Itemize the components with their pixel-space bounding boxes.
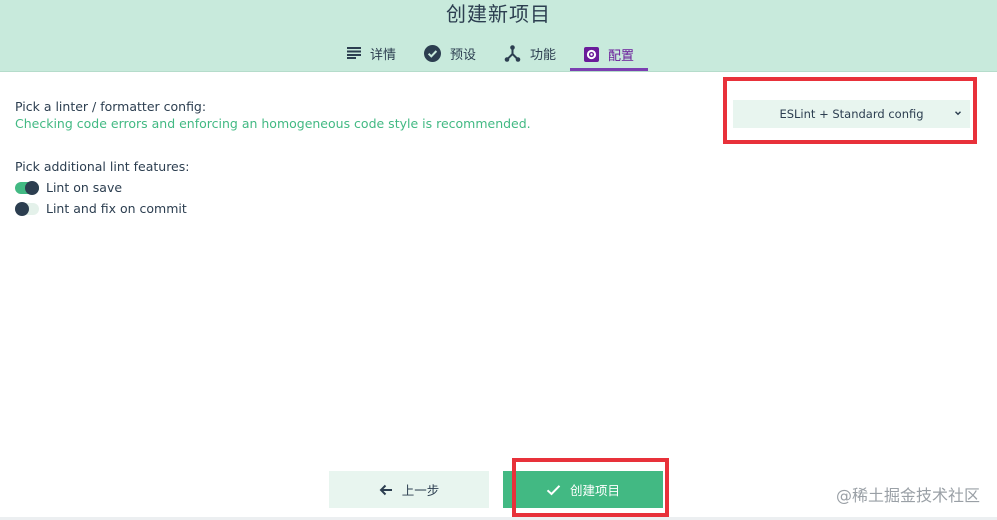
tab-features[interactable]: 功能 bbox=[490, 38, 570, 68]
list-icon bbox=[347, 47, 361, 59]
gear-box-icon bbox=[584, 47, 600, 62]
page-title: 创建新项目 bbox=[446, 2, 551, 26]
tab-presets-label: 预设 bbox=[450, 47, 477, 63]
check-circle-icon bbox=[424, 44, 442, 62]
tab-details[interactable]: 详情 bbox=[333, 38, 410, 68]
watermark: @稀土掘金技术社区 bbox=[835, 486, 980, 505]
tab-config[interactable]: 配置 bbox=[570, 38, 649, 71]
chevron-down-icon bbox=[953, 107, 963, 121]
feature-lint-on-save: Lint on save bbox=[15, 180, 122, 195]
create-project-label: 创建项目 bbox=[569, 483, 620, 498]
lint-on-commit-label: Lint and fix on commit bbox=[46, 201, 187, 216]
step-tabs: 详情 预设 功能 配置 bbox=[333, 38, 649, 71]
linter-config-value: ESLint + Standard config bbox=[779, 107, 924, 121]
linter-title: Pick a linter / formatter config: bbox=[15, 99, 207, 114]
checkmark-icon bbox=[546, 484, 561, 496]
linter-description: Checking code errors and enforcing an ho… bbox=[15, 116, 531, 131]
lint-on-save-toggle[interactable] bbox=[15, 180, 39, 195]
tab-details-label: 详情 bbox=[370, 47, 397, 63]
linter-config-select[interactable]: ESLint + Standard config bbox=[733, 100, 970, 128]
tab-config-label: 配置 bbox=[608, 49, 635, 64]
fork-icon bbox=[504, 44, 521, 62]
lint-on-commit-toggle[interactable] bbox=[15, 201, 39, 216]
create-project-button[interactable]: 创建项目 bbox=[503, 471, 663, 508]
previous-step-label: 上一步 bbox=[401, 483, 440, 498]
features-title: Pick additional lint features: bbox=[15, 159, 190, 174]
feature-lint-on-commit: Lint and fix on commit bbox=[15, 201, 187, 216]
previous-step-button[interactable]: 上一步 bbox=[329, 471, 489, 508]
tab-presets[interactable]: 预设 bbox=[410, 38, 490, 68]
tab-features-label: 功能 bbox=[530, 47, 557, 63]
page-header: 创建新项目 详情 预设 功能 配置 bbox=[0, 0, 997, 72]
lint-on-save-label: Lint on save bbox=[46, 180, 123, 195]
arrow-left-icon bbox=[379, 484, 393, 496]
